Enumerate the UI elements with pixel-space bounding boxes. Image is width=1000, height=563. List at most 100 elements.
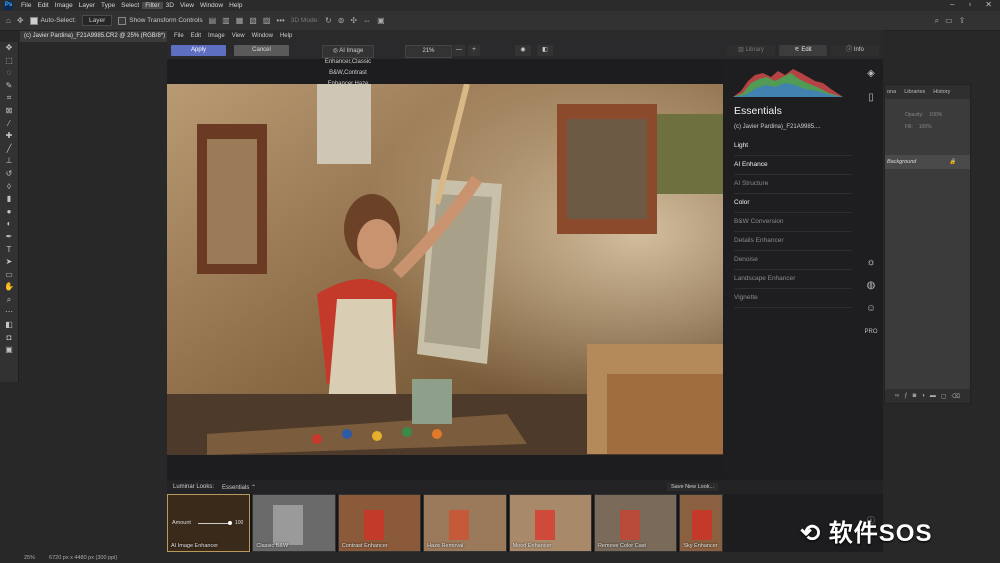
more-icon[interactable]: ••• bbox=[276, 16, 284, 25]
ps-menu-filter[interactable]: Filter bbox=[142, 2, 163, 9]
fill-field[interactable]: 100% bbox=[919, 124, 932, 130]
gradient-icon[interactable]: ▮ bbox=[0, 193, 18, 206]
blur-tool-icon[interactable]: ● bbox=[0, 206, 18, 219]
quick-mask-icon[interactable]: ◘ bbox=[0, 332, 18, 345]
lum-menu-file[interactable]: File bbox=[174, 33, 184, 39]
ps-menu-help[interactable]: Help bbox=[226, 2, 245, 9]
lum-menu-view[interactable]: View bbox=[232, 33, 245, 39]
more-tools-icon[interactable]: ⋯ bbox=[0, 306, 18, 319]
3d-roll-icon[interactable]: ⊚ bbox=[338, 16, 345, 25]
portrait-face-icon[interactable]: ☺ bbox=[864, 302, 878, 316]
tab-history[interactable]: History bbox=[933, 89, 950, 95]
ps-menu-view[interactable]: View bbox=[177, 2, 197, 9]
3d-pan-icon[interactable]: ✣ bbox=[350, 16, 357, 25]
transform-checkbox[interactable] bbox=[118, 16, 127, 25]
layer-dropdown[interactable]: Layer bbox=[81, 15, 113, 26]
creative-palette-icon[interactable]: ◍ bbox=[864, 279, 878, 293]
workspace-icon[interactable]: ▭ bbox=[945, 16, 953, 25]
look-thumb[interactable]: Amount 100 AI Image Enhancer bbox=[167, 494, 251, 552]
clone-stamp-icon[interactable]: ⊥ bbox=[0, 155, 18, 168]
canvas-icon[interactable]: ▯ bbox=[864, 91, 878, 105]
lum-menu-help[interactable]: Help bbox=[280, 33, 292, 39]
look-thumb[interactable]: Classic B&W bbox=[252, 494, 336, 552]
opacity-field[interactable]: 100% bbox=[929, 112, 942, 118]
home-icon[interactable]: ⌂ bbox=[6, 16, 11, 25]
status-zoom[interactable]: 25% bbox=[24, 555, 35, 561]
layer-background[interactable]: Background 🔒 bbox=[885, 155, 970, 169]
essentials-sun-icon[interactable]: ☼ bbox=[864, 256, 878, 270]
ps-menu-type[interactable]: Type bbox=[98, 2, 118, 9]
brush-tool-icon[interactable]: ╱ bbox=[0, 143, 18, 156]
ps-menu-window[interactable]: Window bbox=[197, 2, 226, 9]
ps-menu-file[interactable]: File bbox=[18, 2, 34, 9]
quick-select-icon[interactable]: ✎ bbox=[0, 80, 18, 93]
look-thumb[interactable]: Mood Enhancer bbox=[508, 494, 592, 552]
align-right-icon[interactable]: ▦ bbox=[236, 16, 244, 25]
ps-menu-edit[interactable]: Edit bbox=[34, 2, 51, 9]
tool-landscape-enhancer[interactable]: Landscape Enhancer bbox=[734, 269, 852, 289]
move-tool-icon[interactable]: ✥ bbox=[0, 42, 18, 55]
trash-icon[interactable]: ⌫ bbox=[952, 393, 960, 400]
ps-logo-icon[interactable]: Ps bbox=[4, 1, 13, 10]
lock-icon[interactable]: 🔒 bbox=[949, 155, 956, 169]
tool-light[interactable]: Light bbox=[734, 136, 852, 156]
tab-info[interactable]: ⓘ Info bbox=[831, 45, 879, 56]
distribute-icon[interactable]: ▧ bbox=[249, 16, 257, 25]
amount-slider-handle[interactable] bbox=[228, 521, 232, 525]
hand-tool-icon[interactable]: ✋ bbox=[0, 281, 18, 294]
preview-eye-icon[interactable]: ◉ bbox=[515, 45, 531, 56]
color-swatches-icon[interactable]: ◧ bbox=[0, 319, 18, 332]
main-photo[interactable] bbox=[167, 84, 723, 455]
screen-mode-icon[interactable]: ▣ bbox=[0, 344, 18, 357]
lasso-tool-icon[interactable]: ◌ bbox=[0, 67, 18, 80]
tool-ai-structure[interactable]: AI Structure bbox=[734, 174, 852, 194]
search-icon[interactable]: ⌕ bbox=[935, 16, 939, 26]
auto-select-checkbox[interactable] bbox=[29, 16, 38, 25]
compare-icon[interactable]: ◧ bbox=[537, 45, 553, 56]
look-thumb[interactable]: Haze Removal bbox=[423, 494, 507, 552]
marquee-tool-icon[interactable]: ⬚ bbox=[0, 55, 18, 68]
look-thumb[interactable]: Contrast Enhancer bbox=[337, 494, 422, 552]
minimize-icon[interactable]: – bbox=[950, 0, 954, 9]
tab-layers[interactable]: ona bbox=[887, 89, 896, 95]
ps-menu-select[interactable]: Select bbox=[118, 2, 142, 9]
tab-library[interactable]: ▥ Library bbox=[727, 45, 775, 56]
close-icon[interactable]: ✕ bbox=[985, 0, 992, 9]
new-layer-icon[interactable]: ▢ bbox=[941, 393, 947, 400]
tool-ai-enhance[interactable]: AI Enhance bbox=[734, 155, 852, 175]
history-brush-icon[interactable]: ↺ bbox=[0, 168, 18, 181]
ps-menu-layer[interactable]: Layer bbox=[76, 2, 98, 9]
move-tool-icon[interactable]: ✥ bbox=[17, 16, 24, 25]
tab-libraries[interactable]: Libraries bbox=[904, 89, 925, 95]
eyedropper-icon[interactable]: ⁄ bbox=[0, 118, 18, 131]
lum-menu-image[interactable]: Image bbox=[208, 33, 225, 39]
maximize-icon[interactable]: ▫ bbox=[968, 0, 971, 9]
amount-slider[interactable] bbox=[198, 523, 230, 524]
type-tool-icon[interactable]: T bbox=[0, 244, 18, 257]
lum-menu-edit[interactable]: Edit bbox=[191, 33, 201, 39]
save-look-button[interactable]: Save New Look... bbox=[667, 483, 719, 491]
adjustment-icon[interactable]: ◑ bbox=[921, 393, 925, 399]
looks-category-dropdown[interactable]: Essentials ⌃ bbox=[222, 484, 256, 491]
auto-select-option[interactable]: Auto-Select: bbox=[29, 16, 76, 25]
crop-tool-icon[interactable]: ⌗ bbox=[0, 92, 18, 105]
transform-controls-option[interactable]: Show Transform Controls bbox=[118, 16, 203, 25]
cancel-button[interactable]: Cancel bbox=[234, 45, 289, 56]
tool-denoise[interactable]: Denoise bbox=[734, 250, 852, 270]
share-icon[interactable]: ⇪ bbox=[959, 16, 966, 25]
eraser-icon[interactable]: ◊ bbox=[0, 181, 18, 194]
3d-rotate-icon[interactable]: ↻ bbox=[325, 16, 332, 25]
path-select-icon[interactable]: ➤ bbox=[0, 256, 18, 269]
apply-button[interactable]: Apply bbox=[171, 45, 226, 56]
layers-icon[interactable]: ◈ bbox=[864, 67, 878, 81]
shape-tool-icon[interactable]: ▭ bbox=[0, 269, 18, 282]
tool-details-enhancer[interactable]: Details Enhancer bbox=[734, 231, 852, 251]
looks-button[interactable]: ◎ AI Image Enhancer,Classic B&W,Contrast… bbox=[322, 45, 374, 131]
video-camera-icon[interactable]: ▣ bbox=[377, 16, 385, 25]
document-tab[interactable]: (c) Javier Pardina)_F21A9985.CR2 @ 25% (… bbox=[20, 31, 171, 42]
pro-icon[interactable]: PRO bbox=[864, 325, 878, 339]
distribute-v-icon[interactable]: ▨ bbox=[263, 16, 271, 25]
fx-icon[interactable]: ƒ bbox=[904, 393, 907, 399]
zoom-dropdown[interactable]: 21% bbox=[405, 45, 452, 58]
3d-slide-icon[interactable]: ⇔ bbox=[363, 16, 371, 25]
